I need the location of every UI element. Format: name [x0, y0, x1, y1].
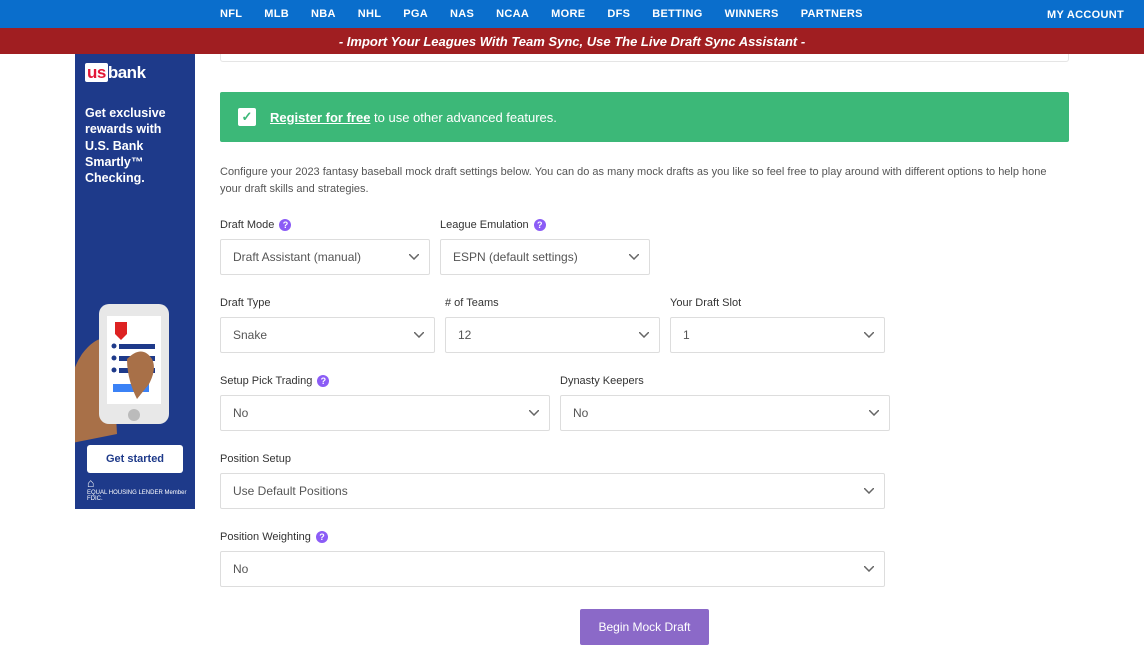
position-weighting-select[interactable]: No — [220, 551, 885, 587]
nav-nba[interactable]: NBA — [311, 8, 336, 20]
logo-bank: bank — [108, 63, 146, 82]
begin-mock-draft-button[interactable]: Begin Mock Draft — [580, 609, 708, 645]
draft-mode-label: Draft Mode — [220, 219, 430, 231]
draft-slot-label: Your Draft Slot — [670, 297, 885, 309]
sidebar-ad[interactable]: usbank Get exclusive rewards with U.S. B… — [75, 54, 195, 509]
draft-slot-select[interactable]: 1 — [670, 317, 885, 353]
nav-partners[interactable]: PARTNERS — [801, 8, 863, 20]
nav-betting[interactable]: BETTING — [652, 8, 702, 20]
check-icon: ✓ — [238, 108, 256, 126]
dynasty-label: Dynasty Keepers — [560, 375, 890, 387]
header-box-remnant — [220, 54, 1069, 62]
help-icon[interactable] — [317, 375, 329, 387]
help-icon[interactable] — [534, 219, 546, 231]
num-teams-select[interactable]: 12 — [445, 317, 660, 353]
position-setup-label: Position Setup — [220, 453, 885, 465]
league-emulation-select[interactable]: ESPN (default settings) — [440, 239, 650, 275]
pick-trading-label: Setup Pick Trading — [220, 375, 550, 387]
nav-winners[interactable]: WINNERS — [725, 8, 779, 20]
help-icon[interactable] — [316, 531, 328, 543]
nav-nhl[interactable]: NHL — [358, 8, 382, 20]
nav-right: MY ACCOUNT — [1047, 5, 1124, 23]
fdic-text: EQUAL HOUSING LENDER Member FDIC. — [87, 490, 186, 503]
description: Configure your 2023 fantasy baseball moc… — [220, 164, 1069, 197]
register-alert: ✓ Register for free to use other advance… — [220, 92, 1069, 142]
nav-dfs[interactable]: DFS — [607, 8, 630, 20]
alert-text: Register for free to use other advanced … — [270, 110, 557, 125]
nav-pga[interactable]: PGA — [403, 8, 428, 20]
position-weighting-label: Position Weighting — [220, 531, 885, 543]
house-icon: ⌂ — [87, 477, 195, 490]
get-started-button[interactable]: Get started — [87, 445, 183, 473]
form-fields: Draft Mode Draft Assistant (manual) Leag… — [220, 219, 1069, 645]
pick-trading-select[interactable]: No — [220, 395, 550, 431]
dynasty-select[interactable]: No — [560, 395, 890, 431]
nav-left: NFL MLB NBA NHL PGA NAS NCAA MORE DFS BE… — [220, 8, 863, 20]
nav-ncaa[interactable]: NCAA — [496, 8, 529, 20]
main-content: ✓ Register for free to use other advance… — [220, 54, 1069, 645]
promo-bar: - Import Your Leagues With Team Sync, Us… — [0, 28, 1144, 54]
league-emulation-label: League Emulation — [440, 219, 650, 231]
fdic-note: ⌂ EQUAL HOUSING LENDER Member FDIC. — [87, 477, 195, 503]
nav-more[interactable]: MORE — [551, 8, 585, 20]
nav-nas[interactable]: NAS — [450, 8, 474, 20]
phone-illustration — [75, 284, 195, 449]
register-link[interactable]: Register for free — [270, 110, 370, 125]
bank-logo: usbank — [85, 63, 185, 83]
alert-rest: to use other advanced features. — [370, 110, 556, 125]
draft-type-label: Draft Type — [220, 297, 435, 309]
num-teams-label: # of Teams — [445, 297, 660, 309]
nav-nfl[interactable]: NFL — [220, 8, 242, 20]
my-account-link[interactable]: MY ACCOUNT — [1047, 9, 1124, 21]
ad-copy: Get exclusive rewards with U.S. Bank Sma… — [85, 105, 185, 186]
help-icon[interactable] — [279, 219, 291, 231]
top-nav: NFL MLB NBA NHL PGA NAS NCAA MORE DFS BE… — [0, 0, 1144, 28]
position-setup-select[interactable]: Use Default Positions — [220, 473, 885, 509]
promo-text: - Import Your Leagues With Team Sync, Us… — [339, 34, 805, 49]
draft-type-select[interactable]: Snake — [220, 317, 435, 353]
logo-us: us — [85, 63, 108, 82]
draft-mode-select[interactable]: Draft Assistant (manual) — [220, 239, 430, 275]
nav-mlb[interactable]: MLB — [264, 8, 289, 20]
